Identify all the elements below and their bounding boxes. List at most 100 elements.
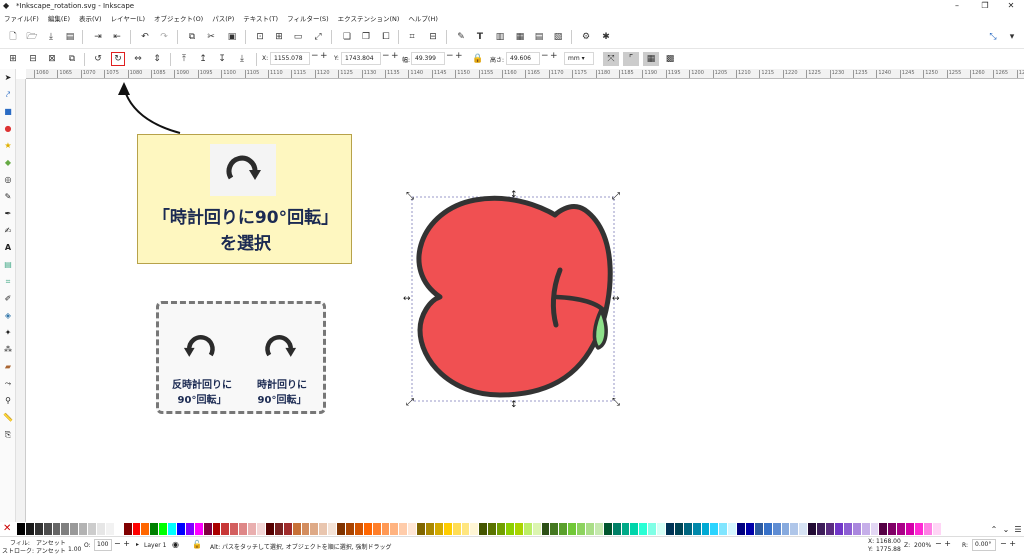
palette-swatch[interactable] [461, 523, 471, 535]
document-properties-icon[interactable]: ✱ [600, 31, 612, 43]
palette-scroll-down-icon[interactable]: ⌄ [1000, 525, 1012, 534]
w-increment-button[interactable]: + [455, 51, 463, 61]
close-button[interactable]: ✕ [998, 0, 1024, 11]
y-decrement-button[interactable]: − [382, 51, 390, 61]
objects-icon[interactable]: ▧ [552, 31, 564, 43]
palette-swatch[interactable] [203, 523, 213, 535]
palette-menu-icon[interactable]: ☰ [1012, 525, 1024, 534]
palette-swatch[interactable] [532, 523, 542, 535]
palette-swatch[interactable] [105, 523, 115, 535]
palette-swatch[interactable] [870, 523, 880, 535]
raise-to-top-icon[interactable]: ⤒ [178, 53, 190, 65]
new-document-icon[interactable]: 🗋 [7, 31, 19, 43]
xml-editor-icon[interactable]: ▥ [494, 31, 506, 43]
dropper-tool-icon[interactable]: ✐ [3, 294, 13, 304]
align-distribute-icon[interactable]: ▤ [533, 31, 545, 43]
palette-swatch[interactable] [603, 523, 613, 535]
palette-swatch[interactable] [737, 523, 747, 535]
palette-swatch[interactable] [399, 523, 409, 535]
palette-swatch[interactable] [612, 523, 622, 535]
stroke-width[interactable]: 1.00 [68, 546, 81, 553]
menu-object[interactable]: オブジェクト(O) [154, 13, 203, 23]
palette-swatch[interactable] [443, 523, 453, 535]
palette-swatch[interactable] [523, 523, 533, 535]
paint-bucket-tool-icon[interactable]: ◈ [3, 311, 13, 321]
palette-swatch[interactable] [541, 523, 551, 535]
menu-file[interactable]: ファイル(F) [4, 13, 39, 23]
palette-swatch[interactable] [754, 523, 764, 535]
apple-drawing[interactable] [416, 195, 613, 398]
save-icon[interactable]: ⤓ [45, 31, 57, 43]
fill-stroke-icon[interactable]: ✎ [455, 31, 467, 43]
lock-ratio-icon[interactable]: 🔒 [472, 53, 484, 65]
spray-tool-icon[interactable]: ⁂ [3, 345, 13, 355]
palette-swatch[interactable] [728, 523, 738, 535]
group-icon[interactable]: ⌗ [406, 31, 418, 43]
rect-tool-icon[interactable]: ■ [3, 107, 13, 117]
zoom-page-icon[interactable]: ▭ [292, 31, 304, 43]
palette-swatch[interactable] [701, 523, 711, 535]
palette-swatch[interactable] [586, 523, 595, 535]
scale-stroke-icon[interactable]: ⤧ [603, 52, 619, 66]
palette-swatch[interactable] [283, 523, 293, 535]
palette-swatch[interactable] [630, 523, 640, 535]
palette-swatch[interactable] [132, 523, 142, 535]
palette-swatch[interactable] [25, 523, 35, 535]
star-tool-icon[interactable]: ★ [3, 141, 13, 151]
deselect-icon[interactable]: ⊠ [46, 53, 58, 65]
palette-swatch[interactable] [452, 523, 462, 535]
redo-icon[interactable]: ↷ [158, 31, 170, 43]
gradient-tool-icon[interactable]: ▤ [3, 260, 13, 270]
rotation-stepper[interactable]: − + [1000, 539, 1016, 548]
palette-swatch[interactable] [168, 523, 178, 535]
palette-swatch[interactable] [710, 523, 720, 535]
select-all-icon[interactable]: ⊞ [7, 53, 19, 65]
palette-swatch[interactable] [328, 523, 338, 535]
palette-swatch[interactable] [43, 523, 53, 535]
menu-text[interactable]: テキスト(T) [243, 13, 278, 23]
select-same-icon[interactable]: ⧉ [66, 53, 78, 65]
palette-swatch[interactable] [159, 523, 169, 535]
palette-swatch[interactable] [34, 523, 44, 535]
print-icon[interactable]: ▤ [64, 31, 76, 43]
select-all-layers-icon[interactable]: ⊟ [27, 53, 39, 65]
x-increment-button[interactable]: + [320, 51, 328, 61]
palette-swatch[interactable] [381, 523, 391, 535]
palette-swatch[interactable] [345, 523, 355, 535]
flip-vertical-icon[interactable]: ⇕ [151, 53, 163, 65]
palette-swatch[interactable] [479, 523, 489, 535]
cut-icon[interactable]: ✂ [205, 31, 217, 43]
palette-swatch[interactable] [906, 523, 915, 535]
palette-swatch[interactable] [17, 523, 26, 535]
rotate-cw-icon[interactable]: ↻ [111, 52, 125, 66]
copy-icon[interactable]: ⧉ [186, 31, 198, 43]
width-field[interactable]: 49.399 [411, 52, 445, 65]
x-decrement-button[interactable]: − [311, 51, 319, 61]
palette-swatch[interactable] [310, 523, 320, 535]
x-field[interactable]: 1155.078 [270, 52, 310, 65]
paste-icon[interactable]: ▣ [226, 31, 238, 43]
eraser-tool-icon[interactable]: ▰ [3, 362, 13, 372]
palette-swatch[interactable] [657, 523, 667, 535]
palette-swatch[interactable] [239, 523, 249, 535]
spiral-tool-icon[interactable]: ◎ [3, 175, 13, 185]
palette-swatch[interactable] [843, 523, 853, 535]
palette-swatch[interactable] [372, 523, 382, 535]
palette-swatch[interactable] [221, 523, 231, 535]
menu-edit[interactable]: 編集(E) [48, 13, 70, 23]
palette-scroll-up-icon[interactable]: ⌃ [988, 525, 1000, 534]
palette-swatch[interactable] [897, 523, 907, 535]
palette-swatch[interactable] [488, 523, 498, 535]
zoom-fit-icon[interactable]: ⤢ [312, 31, 324, 43]
palette-swatch[interactable] [319, 523, 329, 535]
move-patterns-icon[interactable]: ▩ [664, 53, 676, 65]
palette-swatch[interactable] [550, 523, 560, 535]
palette-swatch[interactable] [265, 523, 275, 535]
palette-swatch[interactable] [932, 523, 942, 535]
unlink-clone-icon[interactable]: ⧠ [380, 31, 392, 43]
h-increment-button[interactable]: + [550, 51, 558, 61]
palette-swatch[interactable] [141, 523, 151, 535]
layer-lock-icon[interactable]: 🔓 [192, 540, 202, 549]
measure-tool-icon[interactable]: 📏 [3, 413, 13, 423]
calligraphy-tool-icon[interactable]: ✍ [3, 226, 13, 236]
